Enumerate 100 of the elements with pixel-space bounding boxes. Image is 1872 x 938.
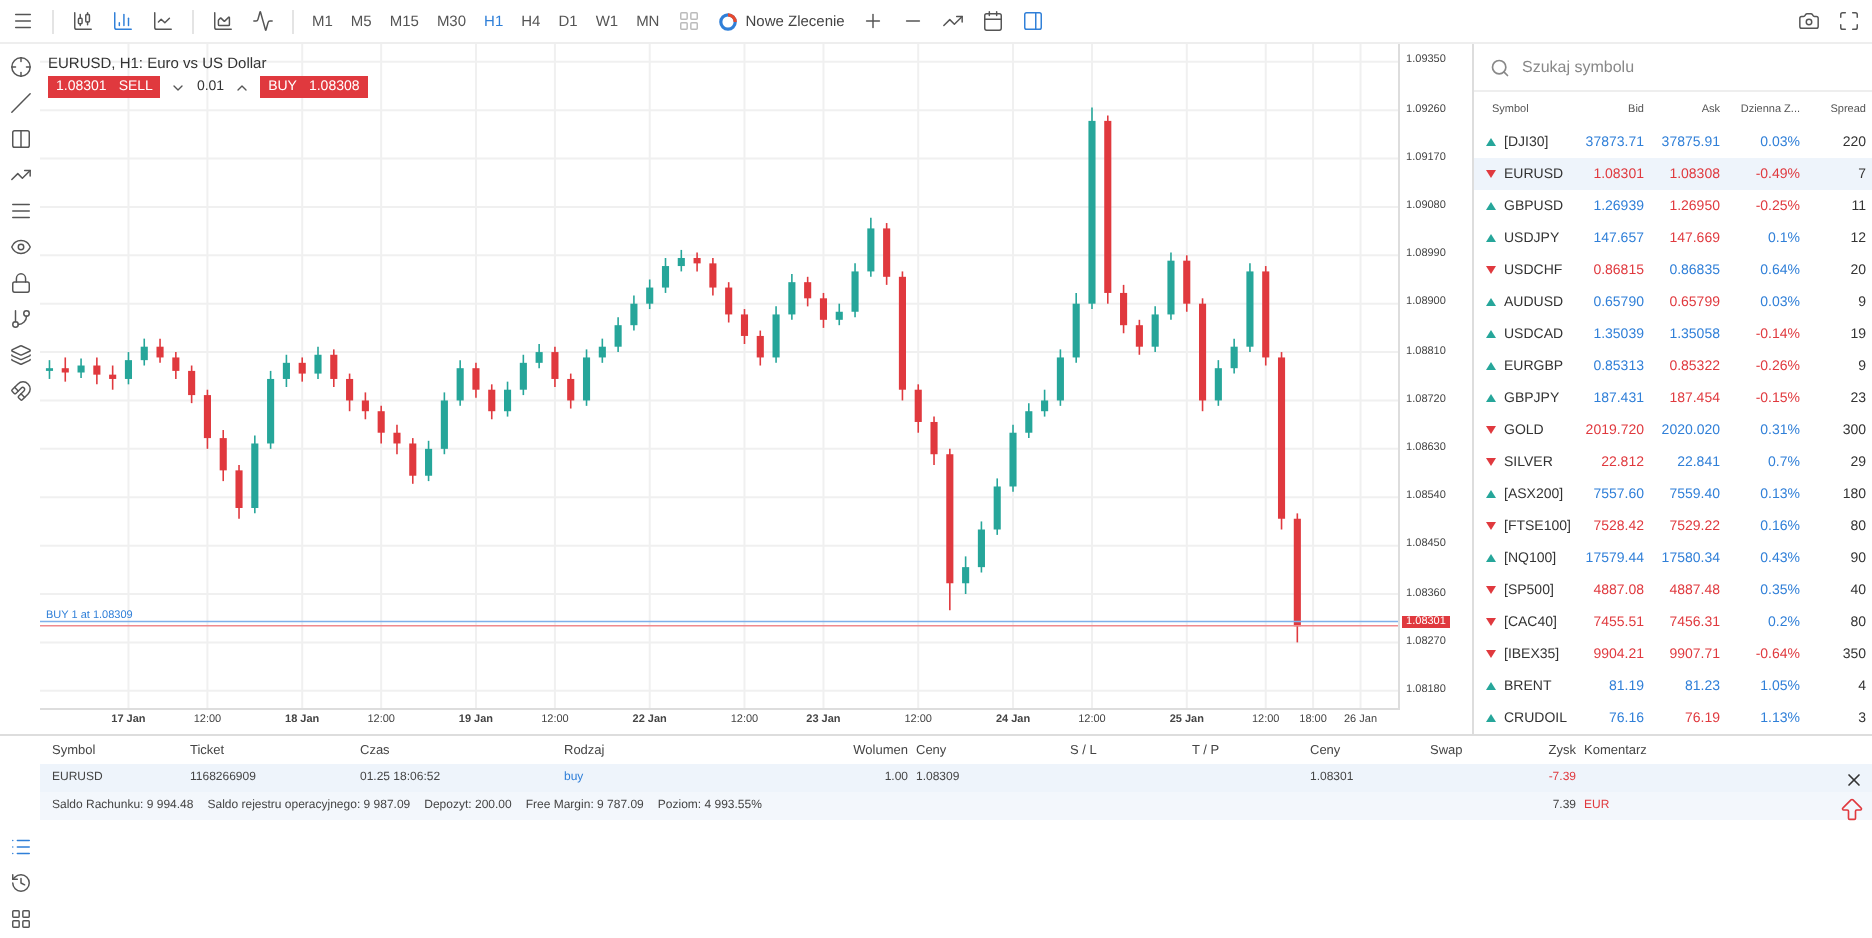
candle bbox=[1041, 388, 1049, 418]
arrow-up-icon bbox=[1838, 796, 1866, 824]
candle bbox=[788, 273, 796, 321]
candle bbox=[330, 348, 338, 388]
candle bbox=[1262, 265, 1270, 367]
candle bbox=[314, 345, 322, 380]
candle bbox=[1120, 284, 1128, 335]
candle bbox=[504, 380, 512, 418]
candle bbox=[630, 294, 638, 332]
candle bbox=[140, 337, 148, 367]
magnet-icon[interactable] bbox=[9, 380, 31, 402]
candle bbox=[962, 555, 970, 595]
candle bbox=[203, 388, 211, 450]
candle bbox=[598, 337, 606, 364]
candle bbox=[709, 257, 717, 297]
candle bbox=[930, 415, 938, 466]
candle bbox=[61, 356, 69, 383]
candle bbox=[377, 405, 385, 445]
candle bbox=[851, 262, 859, 318]
candle bbox=[1183, 254, 1191, 313]
candle bbox=[614, 316, 622, 353]
camera-icon[interactable] bbox=[1798, 10, 1820, 32]
candle bbox=[677, 249, 685, 273]
candle bbox=[693, 251, 701, 273]
candle bbox=[740, 308, 749, 345]
candle bbox=[1246, 262, 1254, 353]
candle bbox=[725, 281, 733, 324]
candlestick-chart-icon[interactable] bbox=[72, 10, 94, 32]
candle bbox=[1214, 359, 1222, 407]
candle bbox=[567, 372, 575, 410]
candle bbox=[883, 222, 891, 286]
candle bbox=[1293, 512, 1301, 644]
candle bbox=[456, 359, 464, 407]
candle bbox=[1072, 292, 1080, 364]
fullscreen-icon[interactable] bbox=[1838, 10, 1860, 32]
ring-icon bbox=[717, 11, 738, 31]
candle bbox=[77, 357, 85, 379]
candle bbox=[156, 337, 164, 364]
parallel-lines-icon[interactable] bbox=[9, 128, 31, 150]
horizontal-lines-icon[interactable] bbox=[9, 200, 31, 222]
candle bbox=[1167, 251, 1175, 321]
candle bbox=[551, 345, 559, 388]
candle bbox=[898, 270, 906, 402]
eye-icon[interactable] bbox=[9, 236, 31, 258]
zoom-in-icon[interactable] bbox=[862, 10, 885, 32]
bar-chart-icon[interactable] bbox=[112, 10, 134, 32]
candle bbox=[835, 302, 843, 326]
candle bbox=[914, 383, 922, 434]
candle bbox=[251, 434, 259, 515]
indicator-icon[interactable] bbox=[942, 10, 965, 32]
candle bbox=[1135, 319, 1143, 356]
candle bbox=[45, 359, 54, 380]
volume-chart-icon[interactable] bbox=[252, 10, 274, 32]
candle bbox=[1056, 348, 1064, 407]
candle bbox=[282, 353, 290, 388]
tree-icon[interactable] bbox=[9, 308, 31, 330]
candle bbox=[267, 370, 275, 450]
close-icon[interactable] bbox=[1844, 770, 1864, 790]
candle bbox=[219, 429, 227, 482]
candle bbox=[867, 216, 875, 278]
line-icon[interactable] bbox=[9, 92, 31, 114]
trend-line-icon[interactable] bbox=[9, 164, 31, 186]
candle bbox=[756, 329, 764, 367]
candle bbox=[977, 520, 985, 574]
candle bbox=[235, 464, 243, 520]
area-chart-icon[interactable] bbox=[212, 10, 234, 32]
candle bbox=[1230, 337, 1238, 375]
layers-icon[interactable] bbox=[9, 344, 31, 366]
candle bbox=[535, 343, 543, 369]
search-icon bbox=[1490, 57, 1510, 77]
candle bbox=[993, 477, 1001, 536]
candle bbox=[772, 305, 780, 364]
candle bbox=[409, 437, 417, 485]
candle bbox=[582, 348, 591, 407]
line-chart-icon[interactable] bbox=[152, 10, 174, 32]
candle bbox=[804, 276, 812, 308]
candle bbox=[488, 383, 496, 421]
candle bbox=[298, 356, 306, 383]
candle bbox=[188, 364, 196, 404]
candle bbox=[819, 292, 827, 329]
menu-icon[interactable] bbox=[12, 10, 34, 32]
candle bbox=[472, 362, 480, 399]
candle bbox=[393, 423, 401, 456]
history-icon[interactable] bbox=[9, 872, 31, 894]
candle bbox=[1199, 297, 1207, 413]
candle bbox=[124, 351, 132, 386]
candle bbox=[109, 364, 117, 391]
crosshair-icon[interactable] bbox=[9, 56, 31, 78]
frame-icon[interactable] bbox=[9, 908, 31, 930]
candle bbox=[646, 278, 654, 310]
candle bbox=[1025, 402, 1033, 439]
candle bbox=[93, 356, 101, 386]
candle bbox=[425, 440, 433, 482]
candle bbox=[661, 257, 670, 294]
panel-icon[interactable] bbox=[1022, 10, 1045, 32]
candle bbox=[440, 391, 448, 456]
lock-icon[interactable] bbox=[9, 272, 31, 294]
calendar-icon[interactable] bbox=[982, 10, 1005, 32]
candle bbox=[346, 372, 354, 413]
candle bbox=[1009, 423, 1017, 493]
